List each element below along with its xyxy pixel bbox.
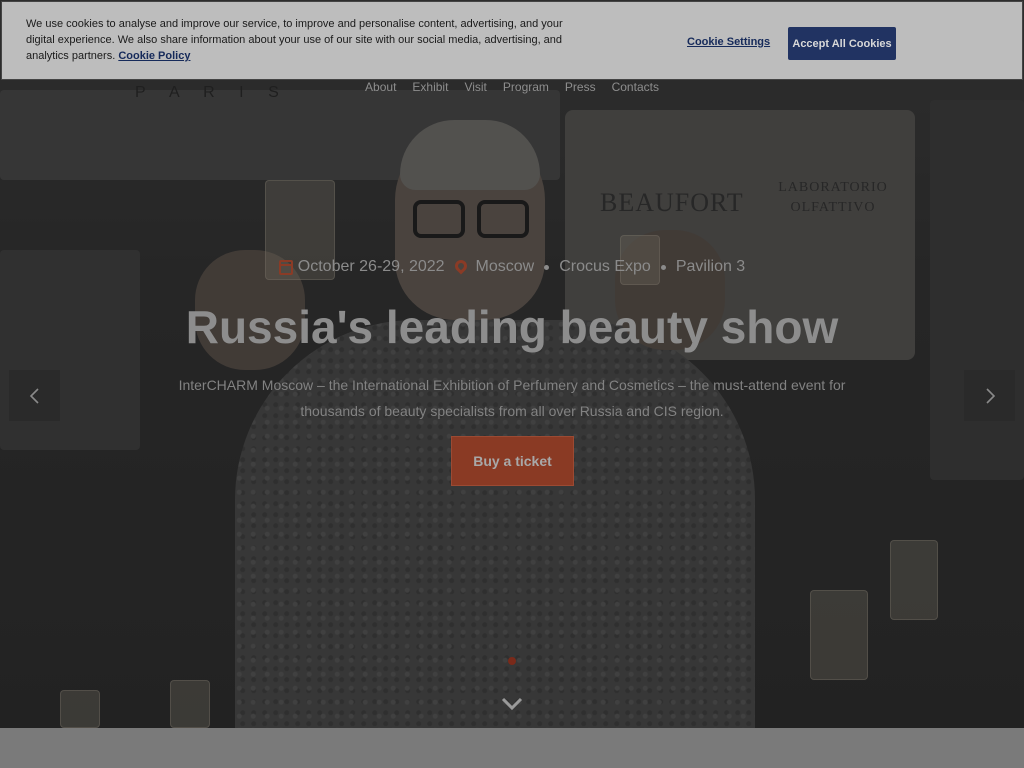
map-pin-icon — [452, 257, 470, 274]
hero-headline: Russia's leading beauty show — [185, 301, 839, 353]
separator-dot — [544, 264, 550, 270]
cookie-banner-text: We use cookies to analyse and improve ou… — [26, 16, 566, 64]
event-date-text: October 26-29, 2022 — [297, 258, 445, 275]
event-pavilion: Pavilion 3 — [675, 258, 746, 275]
slider-next-button[interactable] — [964, 370, 1015, 421]
nav-item-contacts[interactable]: Contacts — [612, 80, 659, 94]
chevron-down-icon[interactable] — [500, 694, 524, 714]
event-meta: October 26-29, 2022 Moscow Crocus Expo P… — [0, 257, 1024, 276]
cookie-banner: We use cookies to analyse and improve ou… — [1, 1, 1023, 80]
accept-all-cookies-button[interactable]: Accept All Cookies — [788, 27, 896, 60]
separator-dot — [660, 264, 666, 270]
nav-item-visit[interactable]: Visit — [464, 80, 486, 94]
hero-description: InterCHARM Moscow – the International Ex… — [178, 377, 846, 419]
event-city: Moscow — [475, 258, 535, 275]
event-venue: Crocus Expo — [559, 258, 651, 275]
cookie-banner-message: We use cookies to analyse and improve ou… — [26, 18, 563, 62]
event-location: Moscow — [452, 257, 535, 276]
event-date: October 26-29, 2022 — [278, 258, 445, 276]
page-section-below-hero — [0, 728, 1024, 768]
slider-pagination-dot[interactable] — [508, 657, 516, 665]
main-navigation: About Exhibit Visit Program Press Contac… — [0, 80, 1024, 94]
nav-item-press[interactable]: Press — [565, 80, 596, 94]
chevron-right-icon — [985, 387, 995, 404]
slider-prev-button[interactable] — [9, 370, 60, 421]
nav-item-program[interactable]: Program — [503, 80, 549, 94]
chevron-left-icon — [29, 387, 39, 404]
calendar-icon — [278, 259, 293, 275]
cookie-settings-button[interactable]: Cookie Settings — [687, 36, 770, 48]
hero-section: P A R I S BEAUFORT LABORATORIO OLFATTIVO… — [0, 0, 1024, 728]
hero-background-image: P A R I S BEAUFORT LABORATORIO OLFATTIVO — [0, 0, 1024, 728]
cookie-policy-link[interactable]: Cookie Policy — [118, 50, 190, 62]
nav-item-exhibit[interactable]: Exhibit — [412, 80, 448, 94]
buy-ticket-button[interactable]: Buy a ticket — [451, 436, 574, 486]
nav-item-about[interactable]: About — [365, 80, 396, 94]
